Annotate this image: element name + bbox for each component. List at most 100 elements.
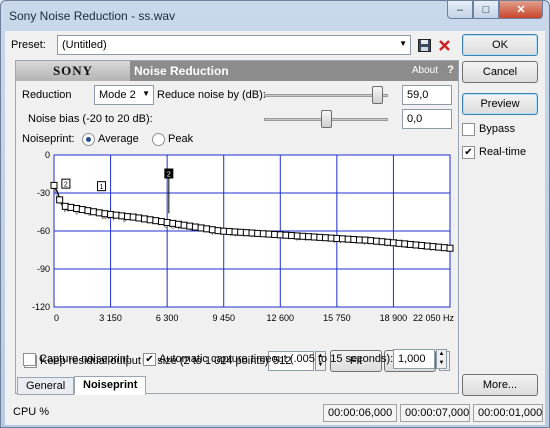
ok-button[interactable]: OK (462, 34, 538, 56)
curve-point[interactable] (299, 232, 307, 240)
curve-point[interactable] (141, 215, 149, 223)
curve-point[interactable] (118, 212, 126, 220)
curve-point[interactable] (107, 210, 115, 218)
curve-point[interactable] (429, 243, 437, 251)
timeout-field[interactable]: 1,000 (393, 349, 435, 369)
more-button[interactable]: More... (462, 374, 538, 396)
curve-point[interactable] (367, 237, 375, 245)
curve-point[interactable] (61, 202, 69, 210)
curve-point[interactable] (129, 213, 137, 221)
curve-point[interactable] (50, 181, 58, 189)
reduce-noise-field[interactable]: 59,0 (402, 85, 452, 105)
curve-point[interactable] (101, 210, 109, 218)
curve-point[interactable] (163, 218, 171, 226)
curve-point[interactable] (412, 241, 420, 249)
curve-point[interactable] (203, 225, 211, 233)
curve-point[interactable] (180, 221, 188, 229)
about-link[interactable]: About (412, 65, 438, 76)
curve-point[interactable] (395, 239, 403, 247)
bypass-checkbox[interactable] (462, 123, 475, 136)
curve-point[interactable] (339, 235, 347, 243)
curve-point[interactable] (90, 208, 98, 216)
curve-point[interactable] (73, 204, 81, 212)
cancel-button[interactable]: Cancel (462, 61, 538, 83)
peak-radio[interactable] (152, 133, 165, 146)
realtime-checkbox[interactable]: ✔ (462, 146, 475, 159)
curve-point[interactable] (146, 216, 154, 224)
curve-point[interactable] (208, 226, 216, 234)
delete-preset-icon[interactable] (435, 36, 453, 54)
curve-point[interactable] (56, 196, 64, 204)
curve-point[interactable] (378, 238, 386, 246)
curve-point[interactable] (242, 229, 250, 237)
curve-point[interactable] (169, 219, 177, 227)
curve-point[interactable] (174, 220, 182, 228)
curve-point[interactable] (423, 242, 431, 250)
curve-point[interactable] (333, 234, 341, 242)
minimize-button[interactable]: – (447, 1, 473, 19)
curve-point[interactable] (157, 218, 165, 226)
noise-bias-slider[interactable] (321, 110, 332, 128)
curve-point[interactable] (135, 214, 143, 222)
curve-point[interactable] (355, 236, 363, 244)
curve-point[interactable] (112, 211, 120, 219)
curve-point[interactable] (186, 222, 194, 230)
auto-capture-checkbox[interactable]: ✔ (143, 353, 156, 366)
curve-point[interactable] (293, 232, 301, 240)
curve-point[interactable] (124, 213, 132, 221)
curve-point[interactable] (67, 203, 75, 211)
curve-point[interactable] (372, 237, 380, 245)
curve-point[interactable] (237, 228, 245, 236)
curve-point[interactable] (440, 244, 448, 252)
curve-point[interactable] (361, 236, 369, 244)
curve-point[interactable] (152, 217, 160, 225)
curve-point[interactable] (446, 244, 454, 252)
tab-noiseprint[interactable]: Noiseprint (74, 376, 147, 395)
title-bar[interactable]: Sony Noise Reduction - ss.wav – □ ✕ (1, 1, 549, 31)
curve-point[interactable] (288, 232, 296, 240)
reduce-noise-track[interactable] (264, 94, 388, 97)
preview-button[interactable]: Preview (462, 93, 538, 115)
curve-point[interactable] (220, 227, 228, 235)
curve-point[interactable] (276, 231, 284, 239)
curve-point[interactable] (191, 223, 199, 231)
curve-point[interactable] (84, 207, 92, 215)
curve-point[interactable] (95, 209, 103, 217)
curve-point[interactable] (401, 240, 409, 248)
tab-general[interactable]: General (17, 377, 75, 395)
curve-point[interactable] (271, 230, 279, 238)
help-icon[interactable]: ? (447, 64, 454, 76)
maximize-button[interactable]: □ (473, 1, 499, 19)
average-radio[interactable] (82, 133, 95, 146)
curve-point[interactable] (350, 236, 358, 244)
capture-noiseprint-checkbox[interactable] (23, 353, 36, 366)
curve-point[interactable] (316, 233, 324, 241)
curve-point[interactable] (225, 228, 233, 236)
curve-point[interactable] (282, 231, 290, 239)
curve-point[interactable] (344, 235, 352, 243)
curve-point[interactable] (418, 242, 426, 250)
curve-point[interactable] (322, 234, 330, 242)
noiseprint-graph[interactable]: 0 -30 -60 -90 -120 0 3 150 6 300 9 450 12 600 15 … (16, 147, 456, 343)
timeout-spinner[interactable]: ▲ ▼ (436, 349, 447, 369)
mode-dropdown[interactable]: Mode 2 ▼ (94, 85, 154, 105)
curve-point[interactable] (214, 227, 222, 235)
curve-point[interactable] (254, 229, 262, 237)
curve-point[interactable] (327, 234, 335, 242)
noise-bias-field[interactable]: 0,0 (402, 109, 452, 129)
reduce-noise-slider[interactable] (371, 86, 383, 104)
curve-point[interactable] (305, 233, 313, 241)
curve-point[interactable] (78, 206, 86, 214)
preset-dropdown[interactable]: (Untitled) ▼ (57, 35, 411, 55)
curve-point[interactable] (435, 243, 443, 251)
curve-point[interactable] (265, 230, 273, 238)
save-preset-icon[interactable] (415, 36, 433, 54)
curve-point[interactable] (406, 240, 414, 248)
curve-point[interactable] (248, 229, 256, 237)
curve-point[interactable] (197, 224, 205, 232)
curve-point[interactable] (389, 239, 397, 247)
close-button[interactable]: ✕ (499, 1, 543, 19)
curve-point[interactable] (231, 228, 239, 236)
curve-point[interactable] (384, 238, 392, 246)
curve-point[interactable] (310, 233, 318, 241)
